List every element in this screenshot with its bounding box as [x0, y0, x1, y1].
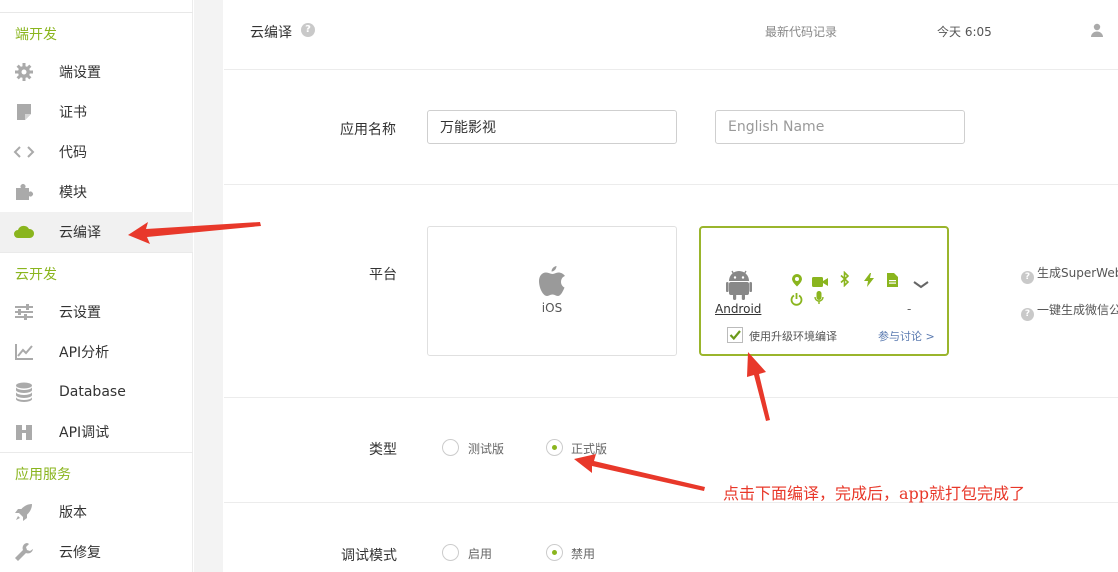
sidebar-item-label: 云修复: [59, 545, 101, 561]
english-name-input[interactable]: [715, 110, 965, 144]
type-test-label[interactable]: 测试版: [468, 440, 504, 457]
sidebar-gutter: [194, 0, 223, 572]
cloud-icon: [13, 222, 35, 242]
debug-disable-label[interactable]: 禁用: [571, 545, 595, 562]
chevron-down-icon[interactable]: [913, 274, 929, 293]
app-name-label: 应用名称: [340, 122, 396, 138]
latest-code-link[interactable]: 最新代码记录: [765, 23, 837, 40]
wechat-note[interactable]: ? 一键生成微信公: [1021, 301, 1118, 321]
user-icon[interactable]: [1090, 22, 1104, 41]
database-icon: [13, 382, 35, 402]
debug-enable-label[interactable]: 启用: [468, 545, 492, 562]
type-test-radio[interactable]: [442, 439, 459, 456]
superweb-note[interactable]: ? 生成SuperWeb: [1021, 264, 1118, 284]
app-name-input[interactable]: [427, 110, 677, 144]
bluetooth-icon: [840, 270, 850, 291]
app-root: 端开发 端设置 证书 代码 模块 云编译 云开发 云设置 API分析 Datab…: [0, 0, 1118, 572]
sidebar-item-label: 版本: [59, 505, 87, 521]
sidebar-section-services: 应用服务: [15, 467, 71, 483]
header-time: 今天 6:05: [937, 25, 992, 39]
sidebar-item-code[interactable]: 代码: [0, 132, 193, 172]
chart-icon: [13, 342, 35, 362]
puzzle-icon: [13, 182, 35, 202]
sidebar-divider: [0, 452, 193, 453]
sliders-icon: [13, 302, 35, 322]
upgrade-env-label: 使用升级环境编译: [749, 330, 837, 343]
wrench-icon: [13, 542, 35, 562]
rocket-icon: [13, 502, 35, 522]
ios-platform-card[interactable]: iOS: [427, 226, 677, 356]
microphone-icon: [814, 290, 824, 309]
location-icon: [791, 272, 803, 291]
row-divider: [224, 184, 1118, 185]
sidebar-item-certificate[interactable]: 证书: [0, 92, 193, 132]
android-platform-card[interactable]: Android - 使用升级环境编译 参与讨论 >: [699, 226, 949, 356]
type-label: 类型: [369, 442, 397, 458]
help-icon: ?: [1021, 308, 1034, 321]
sidebar-item-label: Database: [59, 384, 126, 400]
row-divider: [224, 397, 1118, 398]
document-icon: [887, 272, 898, 291]
sidebar-divider: [0, 252, 193, 253]
sidebar-item-api-analytics[interactable]: API分析: [0, 332, 193, 372]
sidebar-item-label: 云编译: [59, 225, 101, 241]
sidebar-item-database[interactable]: Database: [0, 372, 193, 412]
row-divider: [224, 69, 1118, 70]
type-release-radio[interactable]: [546, 439, 563, 456]
page-title: 云编译: [250, 25, 292, 41]
user-name-truncated[interactable]: [1114, 21, 1118, 36]
help-icon: ?: [1021, 271, 1034, 284]
annotation-text: 点击下面编译，完成后，app就打包完成了: [723, 484, 1026, 503]
sidebar: 端开发 端设置 证书 代码 模块 云编译 云开发 云设置 API分析 Datab…: [0, 0, 193, 572]
sidebar-item-label: 代码: [59, 145, 87, 161]
sidebar-item-label: API调试: [59, 425, 110, 441]
debug-mode-label: 调试模式: [341, 548, 397, 564]
power-icon: [790, 291, 803, 310]
code-icon: [13, 142, 35, 162]
platform-label: 平台: [369, 267, 397, 283]
discuss-link[interactable]: 参与讨论 >: [878, 328, 935, 344]
android-version: -: [907, 302, 912, 316]
type-release-label[interactable]: 正式版: [571, 440, 607, 457]
apple-icon: [538, 265, 566, 301]
sidebar-section-client: 端开发: [15, 27, 57, 43]
android-icon: [726, 268, 752, 304]
sidebar-item-label: 端设置: [59, 65, 101, 81]
gear-icon: [13, 62, 35, 82]
help-icon[interactable]: ?: [301, 23, 315, 37]
sidebar-section-cloud: 云开发: [15, 267, 57, 283]
certificate-icon: [13, 102, 35, 122]
main-panel: 云编译 ? 最新代码记录 今天 6:05 应用名称 平台 iOS Android: [224, 0, 1118, 572]
sidebar-item-label: 云设置: [59, 305, 101, 321]
sidebar-item-cloud-fix[interactable]: 云修复: [0, 532, 193, 572]
sidebar-item-api-debug[interactable]: API调试: [0, 412, 193, 452]
flash-icon: [864, 272, 874, 291]
sidebar-item-client-settings[interactable]: 端设置: [0, 52, 193, 92]
sidebar-item-label: 模块: [59, 185, 87, 201]
sidebar-item-cloud-compile[interactable]: 云编译: [0, 212, 193, 252]
debug-disable-radio[interactable]: [546, 544, 563, 561]
sidebar-item-version[interactable]: 版本: [0, 492, 193, 532]
sidebar-item-modules[interactable]: 模块: [0, 172, 193, 212]
sidebar-top-divider: [0, 12, 193, 13]
android-label[interactable]: Android: [715, 302, 761, 316]
upgrade-env-checkbox[interactable]: [727, 327, 743, 343]
debug-enable-radio[interactable]: [442, 544, 459, 561]
debug-icon: [13, 422, 35, 442]
sidebar-item-label: 证书: [59, 105, 87, 121]
ios-label: iOS: [541, 301, 563, 315]
sidebar-item-label: API分析: [59, 345, 110, 361]
wechat-text: 一键生成微信公: [1037, 303, 1118, 317]
superweb-text: 生成SuperWeb: [1037, 266, 1118, 280]
sidebar-item-cloud-settings[interactable]: 云设置: [0, 292, 193, 332]
